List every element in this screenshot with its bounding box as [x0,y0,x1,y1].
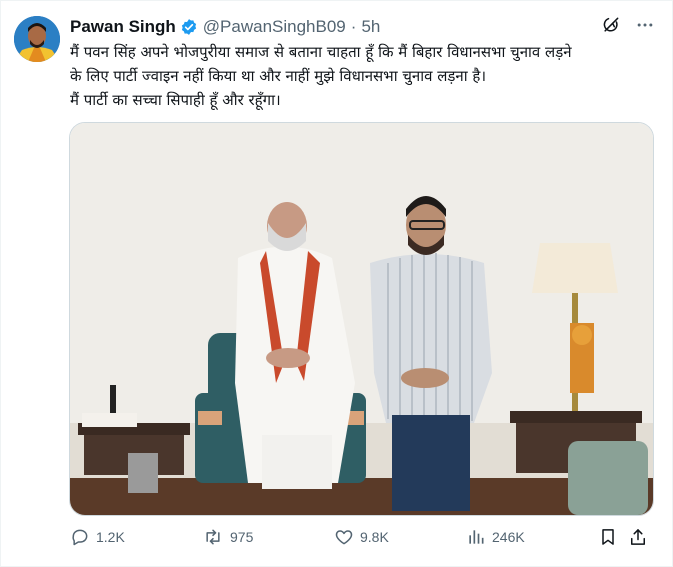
share-button[interactable] [628,527,648,547]
tweet-header: Pawan Singh @PawanSinghB09 · 5h [70,16,655,38]
reply-count: 1.2K [96,529,125,545]
verified-badge-icon [180,18,198,36]
bookmark-icon [598,527,618,547]
author-handle[interactable]: @PawanSinghB09 [203,17,346,37]
tweet-text-line: मैं पवन सिंह अपने भोजपुरीया समाज से बतान… [70,43,572,61]
share-icon [628,527,648,547]
views-count: 246K [492,529,525,545]
reply-icon [70,527,90,547]
repost-button[interactable]: 975 [202,527,253,547]
like-button[interactable]: 9.8K [334,527,389,547]
tweet-text-line: के लिए पार्टी ज्वाइन नहीं किया था और नाह… [70,67,487,85]
tweet-text-line: मैं पार्टी का सच्चा सिपाही हूँ और रहूँगा… [70,91,281,109]
author-name[interactable]: Pawan Singh [70,17,176,37]
more-icon[interactable] [635,15,655,40]
tweet-text: मैं पवन सिंह अपने भोजपुरीया समाज से बतान… [70,40,660,112]
tweet-action-bar: 1.2K 975 9.8K 246K [70,527,650,551]
like-count: 9.8K [360,529,389,545]
separator-dot: · [350,17,357,36]
tweet-timestamp[interactable]: 5h [361,17,380,37]
tweet-photo[interactable] [69,122,654,516]
reply-button[interactable]: 1.2K [70,527,125,547]
repost-icon [202,527,224,547]
author-avatar[interactable] [14,16,60,62]
repost-count: 975 [230,529,254,545]
views-button[interactable]: 246K [466,527,525,547]
like-icon [334,527,354,547]
grok-icon[interactable] [601,15,621,40]
views-icon [466,527,486,547]
bookmark-button[interactable] [598,527,618,547]
